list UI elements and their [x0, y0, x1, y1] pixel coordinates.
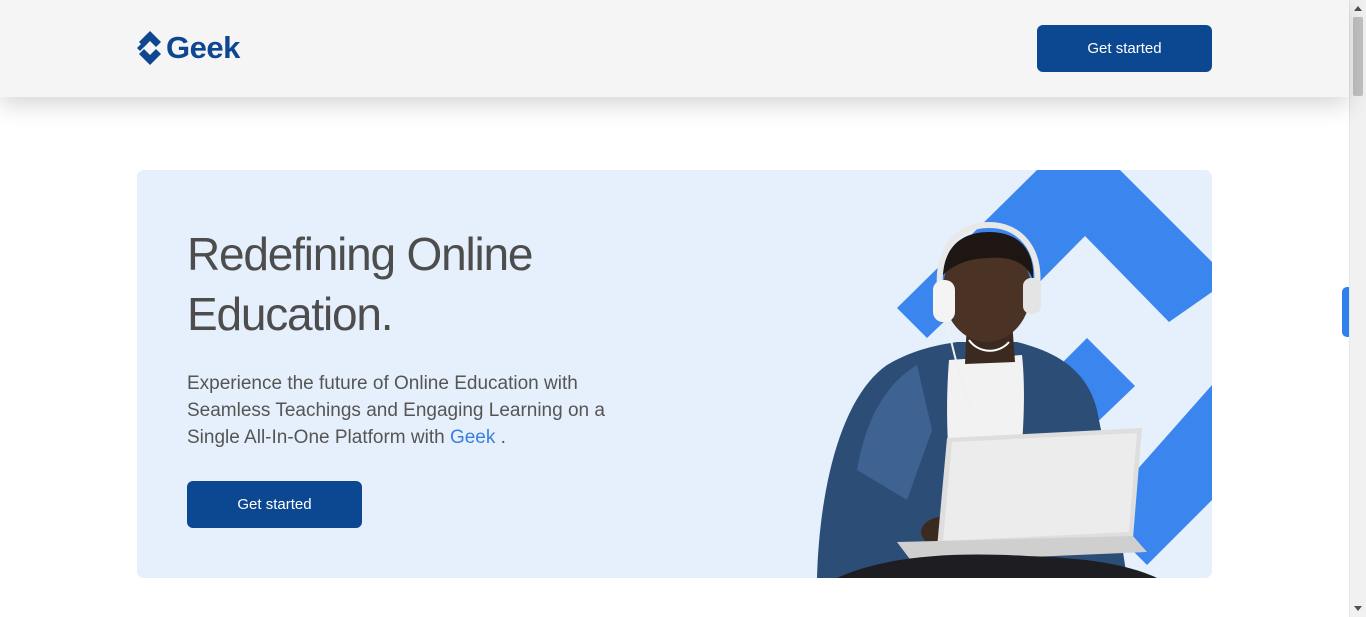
hero-banner: Redefining Online Education. Experience … — [137, 170, 1212, 578]
feedback-side-tab[interactable] — [1342, 287, 1349, 337]
logo[interactable]: Geek — [137, 31, 240, 65]
hero-get-started-button[interactable]: Get started — [187, 481, 362, 528]
hero-description-brand: Geek — [449, 427, 496, 448]
header-get-started-button[interactable]: Get started — [1037, 25, 1212, 72]
hero-description: Experience the future of Online Educatio… — [187, 370, 617, 451]
hero-title: Redefining Online Education. — [187, 228, 533, 340]
scroll-up-arrow-icon[interactable] — [1354, 6, 1362, 11]
scroll-down-arrow-icon[interactable] — [1354, 606, 1362, 611]
student-with-laptop-image — [817, 170, 1212, 578]
logo-text: Geek — [166, 30, 240, 65]
geek-logo-icon — [137, 31, 161, 65]
hero-description-text: Experience the future of Online Educatio… — [187, 373, 605, 448]
hero-description-end: . — [495, 427, 506, 448]
site-header: Geek Get started — [0, 0, 1349, 97]
page-scrollbar[interactable] — [1349, 0, 1366, 617]
scroll-thumb[interactable] — [1353, 17, 1363, 96]
